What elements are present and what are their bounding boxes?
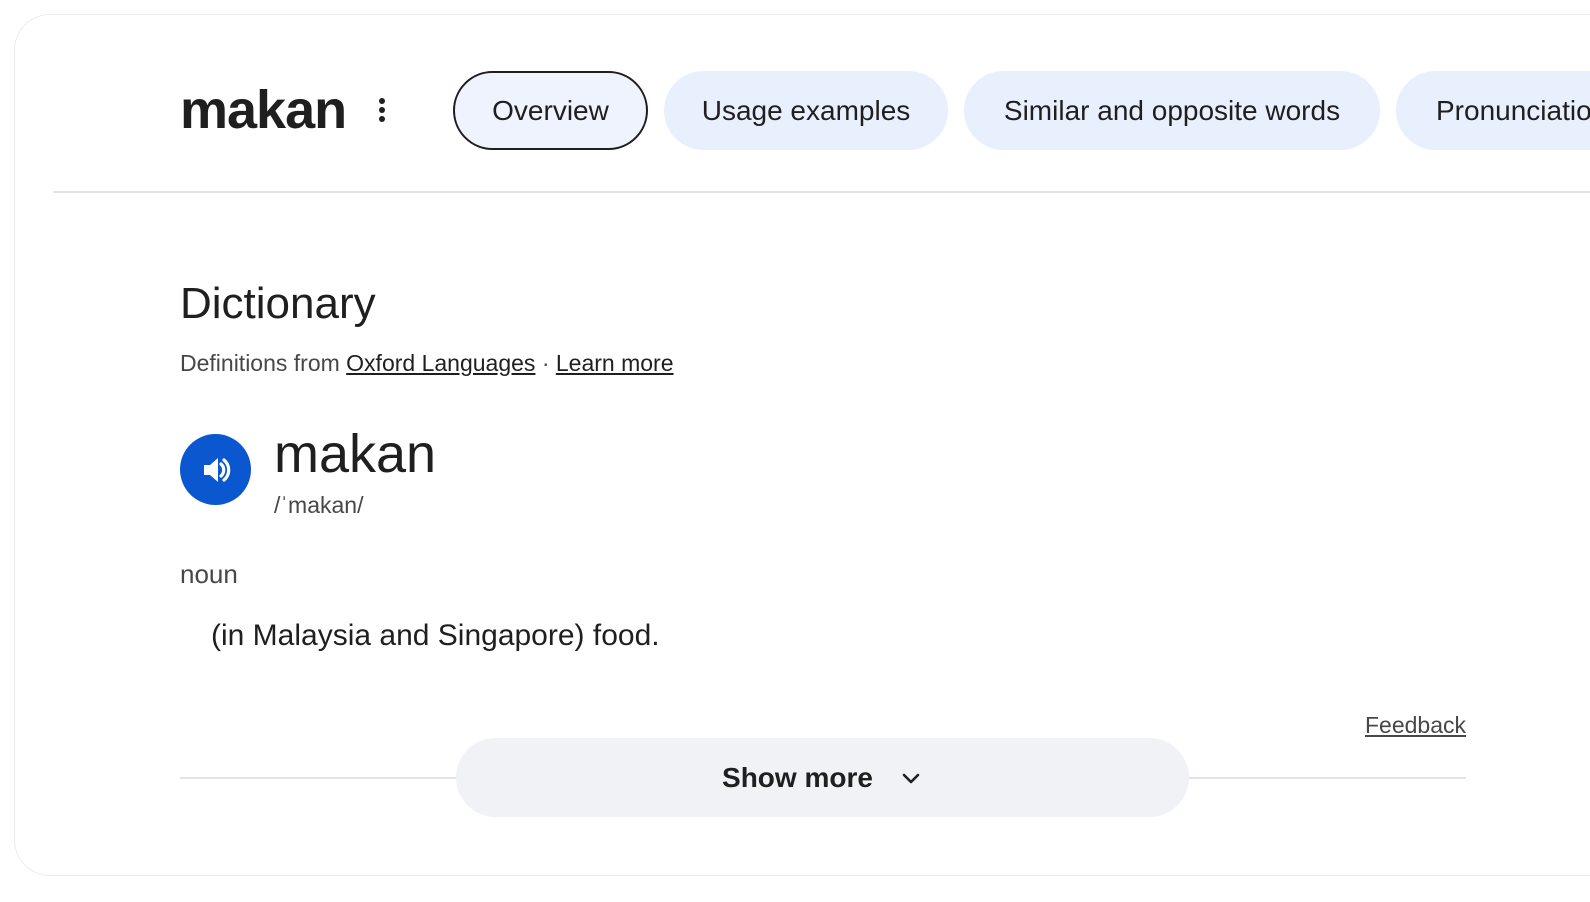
headword: makan	[274, 424, 437, 484]
source-line: Definitions from Oxford Languages · Lear…	[180, 348, 674, 378]
tab-pronunciation[interactable]: Pronunciation	[1396, 71, 1590, 150]
volume-up-icon	[203, 457, 230, 482]
pronounce-button[interactable]	[180, 434, 251, 505]
section-title: Dictionary	[180, 279, 376, 328]
separator-dot: ·	[541, 350, 550, 376]
tab-similar-opposite-words[interactable]: Similar and opposite words	[964, 71, 1380, 150]
chevron-down-icon	[902, 773, 920, 783]
tab-usage-examples[interactable]: Usage examples	[664, 71, 948, 150]
show-more-label: Show more	[722, 761, 873, 793]
feedback-link[interactable]: Feedback	[1365, 710, 1466, 740]
part-of-speech: noun	[180, 559, 238, 589]
header-divider	[53, 191, 1590, 193]
source-prefix: Definitions from	[180, 350, 340, 376]
show-more-button[interactable]: Show more	[456, 738, 1189, 817]
tab-overview[interactable]: Overview	[453, 71, 648, 150]
learn-more-link[interactable]: Learn more	[556, 350, 674, 376]
oxford-languages-link[interactable]: Oxford Languages	[346, 350, 535, 376]
definition: (in Malaysia and Singapore) food.	[211, 619, 660, 652]
header-title: makan	[180, 80, 347, 140]
phonetic: /ˈmakan/	[274, 492, 364, 518]
more-vert-icon[interactable]	[370, 95, 394, 125]
